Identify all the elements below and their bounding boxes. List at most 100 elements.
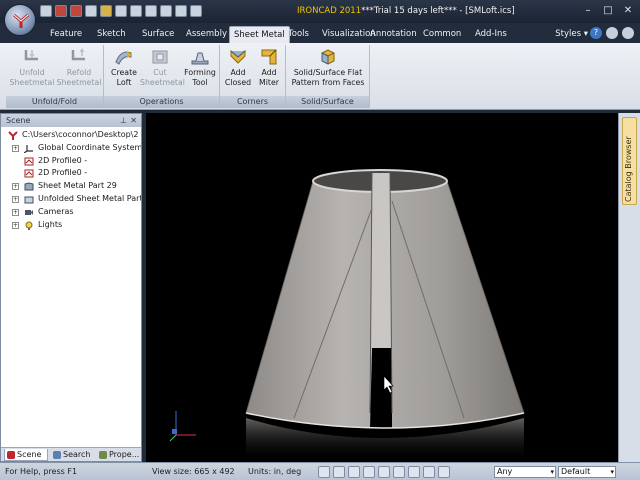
expand-icon[interactable]: + (12, 208, 19, 216)
minimize-button[interactable]: – (580, 3, 596, 17)
tab-properties[interactable]: Prope... (97, 449, 141, 461)
ribbon-tab-bar: Feature Sketch Surface Assembly Sheet Me… (0, 23, 640, 43)
redo-icon[interactable] (145, 5, 157, 17)
status-bar: For Help, press F1 View size: 665 x 492 … (0, 462, 640, 480)
pin-icon[interactable]: ⊥ (120, 114, 127, 127)
scene-panel-header: Scene ⊥ ✕ (1, 114, 141, 127)
closed-corner-icon (230, 49, 246, 64)
title-bar: IRONCAD 2011***Trial 15 days left*** - [… (0, 0, 640, 23)
camera-view-icon[interactable] (378, 466, 390, 478)
tree-node-unfolded-sheet-metal-part[interactable]: + Unfolded Sheet Metal Part (1, 193, 141, 206)
selection-filter-dropdown[interactable]: Any ▾ (494, 466, 556, 478)
filter-icon[interactable] (438, 466, 450, 478)
refold-icon (71, 48, 85, 61)
loft-icon (115, 51, 132, 65)
tab-annotation[interactable]: Annotation (366, 26, 421, 43)
tree-node-sheet-metal-part[interactable]: + Sheet Metal Part 29 (1, 180, 141, 193)
close-panel-icon[interactable]: ✕ (130, 114, 137, 127)
info-icon[interactable] (622, 27, 634, 39)
tab-tools[interactable]: Tools (284, 26, 313, 43)
expand-icon[interactable]: + (12, 195, 19, 203)
tree-node-lights[interactable]: + Lights (1, 219, 141, 232)
unfolded-part-icon (24, 196, 34, 204)
3d-viewport[interactable] (146, 113, 618, 462)
coordinate-triad-icon (169, 411, 196, 442)
help-icon[interactable]: ? (590, 27, 602, 39)
print-icon[interactable] (175, 5, 187, 17)
new-file-icon[interactable] (40, 5, 52, 17)
miter-icon (261, 49, 277, 65)
quick-access-toolbar (40, 5, 202, 17)
tab-sheet-metal[interactable]: Sheet Metal (229, 26, 290, 43)
scene-tab-icon (7, 451, 15, 459)
status-help-text: For Help, press F1 (5, 467, 78, 476)
expand-icon[interactable]: + (12, 221, 19, 229)
delete-icon[interactable] (70, 5, 82, 17)
group-operations: Create Loft Cut Sheetmetal Forming Tool … (104, 45, 220, 108)
close-window-button[interactable]: ✕ (620, 3, 636, 17)
group-solid-surface: Solid/Surface Flat Pattern from Faces So… (286, 45, 370, 108)
group-label-corners: Corners (220, 96, 285, 108)
scene-tree: C:\Users\coconnor\Desktop\2 + Global Coo… (1, 129, 141, 231)
tree-node-global-coordinate-system[interactable]: + Global Coordinate System (1, 142, 141, 155)
window-title: IRONCAD 2011***Trial 15 days left*** - [… (297, 6, 515, 16)
chevron-down-icon: ▾ (550, 468, 554, 476)
application-menu-button[interactable] (4, 4, 36, 36)
search-icon (53, 451, 61, 459)
tree-node-cameras[interactable]: + Cameras (1, 206, 141, 219)
status-units: Units: in, deg (248, 467, 302, 476)
add-closed-corner-button[interactable]: Add Closed (223, 47, 253, 88)
shading-icon[interactable] (393, 466, 405, 478)
catalog-browser-tab[interactable]: Catalog Browser (622, 117, 637, 205)
tree-node-scene-root[interactable]: C:\Users\coconnor\Desktop\2 (1, 129, 141, 142)
open-folder-icon[interactable] (100, 5, 112, 17)
tab-feature[interactable]: Feature (46, 26, 86, 43)
new-scene-icon[interactable] (85, 5, 97, 17)
unfold-sheetmetal-button[interactable]: Unfold Sheetmetal (9, 47, 55, 88)
selection-icon[interactable] (423, 466, 435, 478)
save-icon[interactable] (115, 5, 127, 17)
properties-icon (99, 451, 107, 459)
style-dropdown[interactable]: Default ▾ (558, 466, 616, 478)
tab-surface[interactable]: Surface (138, 26, 178, 43)
scene-browser-panel: Scene ⊥ ✕ C:\Users\coconnor\Desktop\2 + … (0, 113, 142, 462)
options-icon[interactable] (606, 27, 618, 39)
display-icon[interactable] (408, 466, 420, 478)
tree-node-2d-profile-1[interactable]: 2D Profile0 - (1, 155, 141, 168)
cut-sheetmetal-button[interactable]: Cut Sheetmetal (140, 47, 185, 88)
tab-search[interactable]: Search (51, 449, 95, 461)
tab-add-ins[interactable]: Add-Ins (471, 26, 511, 43)
sheet-metal-loft-model (169, 169, 525, 462)
render-mode-icon[interactable] (363, 466, 375, 478)
camera-icon (25, 209, 33, 215)
expand-icon[interactable]: + (12, 183, 19, 191)
refold-sheetmetal-button[interactable]: Refold Sheetmetal (56, 47, 102, 88)
ironcad-logo-icon (13, 13, 29, 28)
refresh-icon[interactable] (160, 5, 172, 17)
group-unfold-fold: Unfold Sheetmetal Refold Sheetmetal Unfo… (6, 45, 104, 108)
status-view-size: View size: 665 x 492 (152, 467, 235, 476)
tab-assembly[interactable]: Assembly (182, 26, 231, 43)
styles-menu[interactable]: Styles ▾ (555, 29, 588, 39)
forming-tool-icon (191, 52, 209, 65)
tab-common[interactable]: Common (419, 26, 465, 43)
coordinate-system-icon (24, 144, 33, 153)
create-loft-button[interactable]: Create Loft (107, 47, 141, 88)
customize-toolbar-icon[interactable] (190, 5, 202, 17)
expand-icon[interactable]: + (12, 144, 19, 152)
view-orient-icon[interactable] (318, 466, 330, 478)
pan-icon[interactable] (348, 466, 360, 478)
chevron-down-icon: ▾ (610, 468, 614, 476)
tree-node-2d-profile-2[interactable]: 2D Profile0 - (1, 167, 141, 180)
maximize-button[interactable]: □ (600, 3, 616, 17)
forming-tool-button[interactable]: Forming Tool (182, 47, 218, 88)
flat-pattern-from-faces-button[interactable]: Solid/Surface Flat Pattern from Faces (288, 47, 368, 88)
group-label-solid-surface: Solid/Surface (286, 96, 369, 108)
tab-scene[interactable]: Scene (4, 449, 48, 461)
zoom-icon[interactable] (333, 466, 345, 478)
add-miter-button[interactable]: Add Miter (254, 47, 284, 88)
close-file-icon[interactable] (55, 5, 67, 17)
2d-profile-icon (24, 157, 34, 166)
tab-sketch[interactable]: Sketch (93, 26, 130, 43)
undo-icon[interactable] (130, 5, 142, 17)
